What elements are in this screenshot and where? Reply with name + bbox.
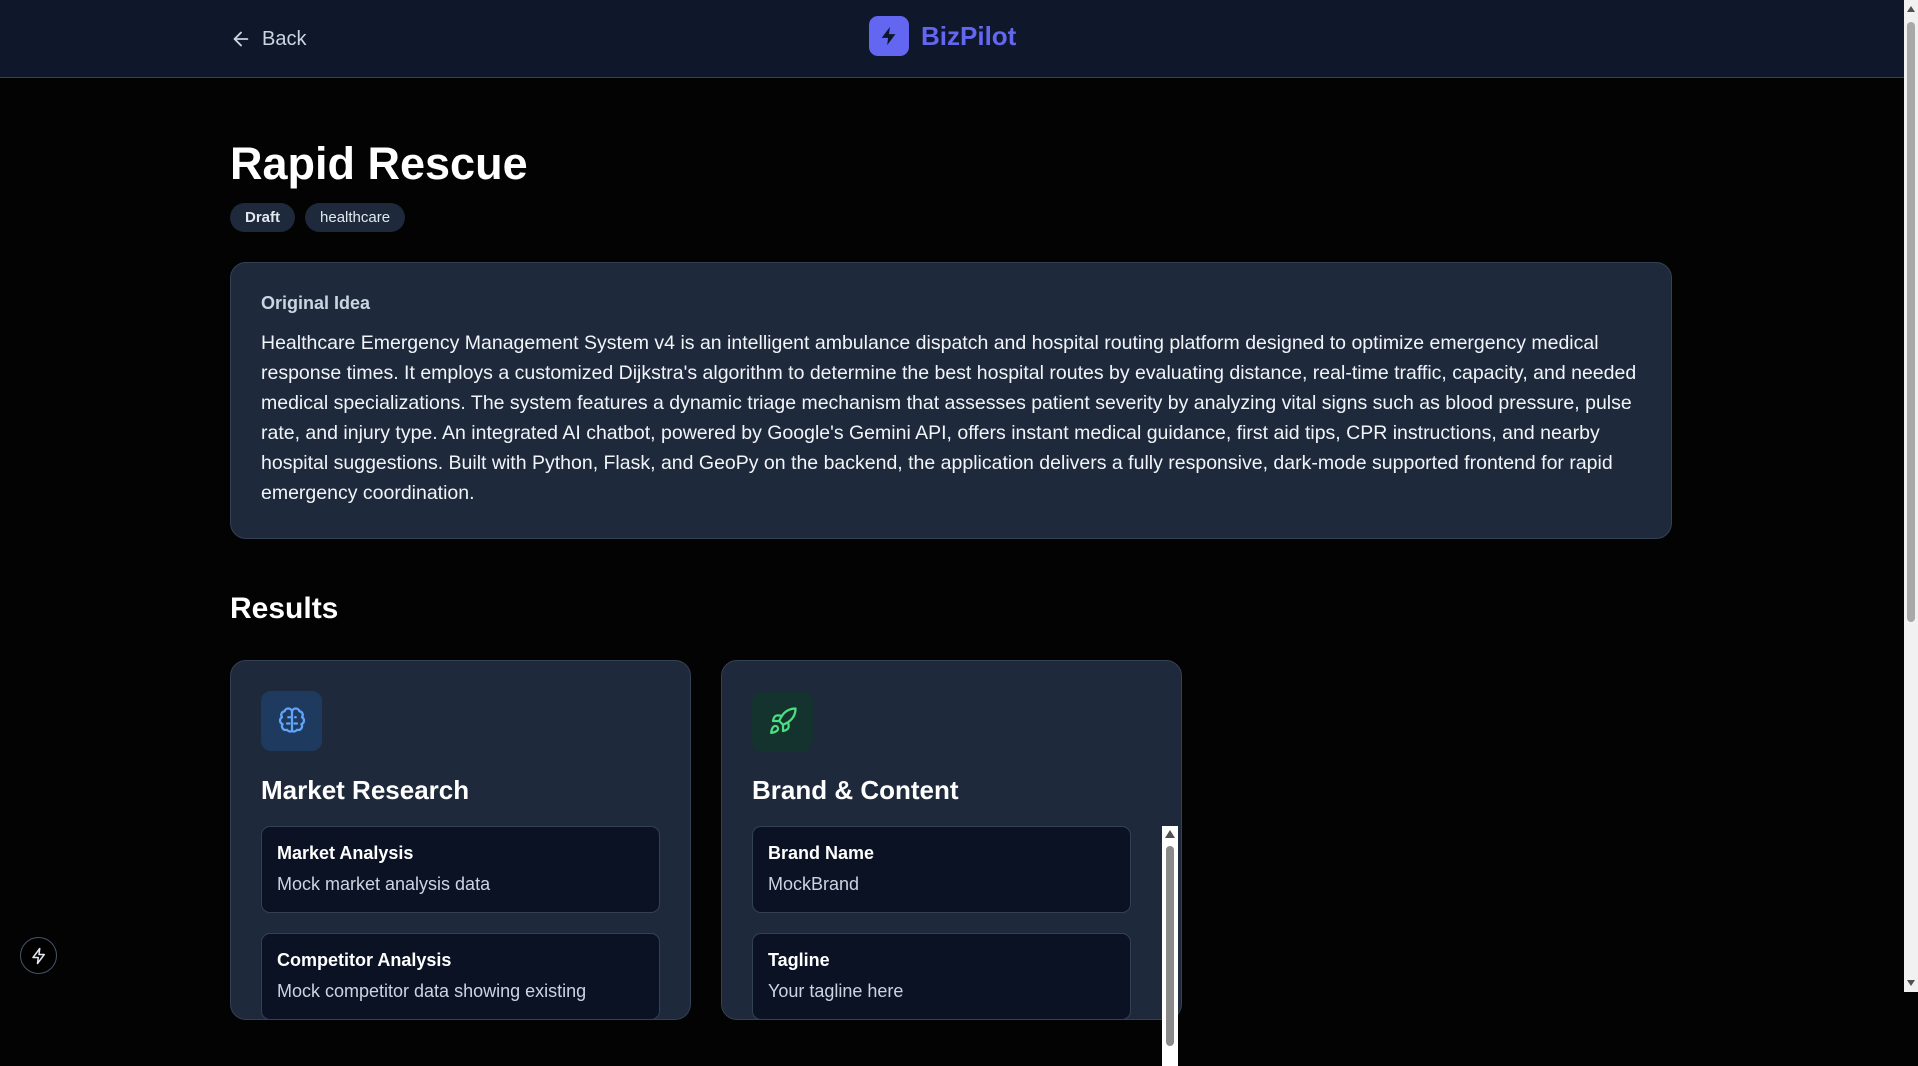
item-value: MockBrand bbox=[768, 874, 860, 894]
status-badge: Draft bbox=[230, 203, 296, 232]
page-title: Rapid Rescue bbox=[230, 138, 528, 189]
scroll-down-arrow-icon[interactable] bbox=[1907, 980, 1915, 986]
scroll-up-arrow-icon[interactable] bbox=[1907, 6, 1915, 12]
lightning-icon bbox=[869, 16, 909, 56]
original-idea-card: Original Idea Healthcare Emergency Manag… bbox=[230, 262, 1672, 539]
badges: Draft healthcare bbox=[230, 203, 406, 232]
result-item-list: Market Analysis Mock market analysis dat… bbox=[261, 826, 660, 1020]
brand-content-card[interactable]: Brand & Content Brand Name MockBrand Tag… bbox=[721, 660, 1182, 1066]
item-title: Tagline bbox=[768, 950, 830, 970]
list-item[interactable]: Brand Name MockBrand bbox=[752, 826, 1131, 913]
item-value: Mock market analysis data bbox=[277, 874, 491, 894]
lightning-icon bbox=[31, 947, 45, 964]
scroll-thumb[interactable] bbox=[1166, 846, 1174, 1046]
category-badge: healthcare bbox=[305, 203, 406, 232]
scroll-up-arrow-icon[interactable] bbox=[1165, 830, 1175, 838]
card-title: Market Research bbox=[261, 775, 470, 805]
market-research-card[interactable]: Market Research Market Analysis Mock mar… bbox=[230, 660, 691, 1020]
brain-icon bbox=[261, 691, 322, 751]
item-title: Market Analysis bbox=[277, 843, 414, 863]
lightning-fab-button[interactable] bbox=[20, 937, 57, 974]
page-scrollbar[interactable] bbox=[1904, 0, 1918, 992]
results-heading: Results bbox=[230, 592, 339, 625]
list-item[interactable]: Tagline Your tagline here bbox=[752, 933, 1131, 1020]
top-header: Back BizPilot bbox=[0, 0, 1904, 78]
brand-name: BizPilot bbox=[921, 20, 1017, 51]
item-title: Competitor Analysis bbox=[277, 950, 452, 970]
card-title: Brand & Content bbox=[752, 775, 959, 805]
idea-text: Healthcare Emergency Management System v… bbox=[261, 332, 1637, 504]
list-item[interactable]: Competitor Analysis Mock competitor data… bbox=[261, 933, 660, 1020]
back-label: Back bbox=[262, 27, 307, 50]
card-scrollbar[interactable] bbox=[1162, 826, 1178, 1066]
scroll-thumb[interactable] bbox=[1907, 22, 1915, 622]
arrow-left-icon bbox=[233, 31, 249, 47]
rocket-icon bbox=[752, 691, 813, 751]
result-item-list: Brand Name MockBrand Tagline Your taglin… bbox=[752, 826, 1178, 1066]
back-button[interactable]: Back bbox=[230, 24, 306, 54]
item-title: Brand Name bbox=[768, 843, 875, 863]
idea-label: Original Idea bbox=[261, 293, 371, 313]
brand[interactable]: BizPilot bbox=[869, 16, 1016, 56]
list-item[interactable]: Market Analysis Mock market analysis dat… bbox=[261, 826, 660, 913]
